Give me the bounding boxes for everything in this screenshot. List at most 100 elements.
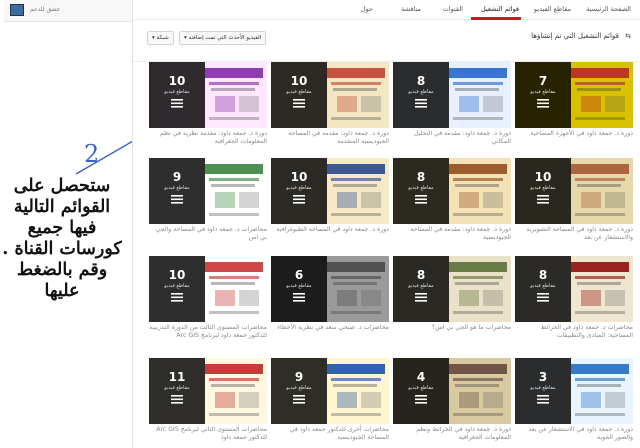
playlist-title[interactable]: محاضرات أخرى للدكتور جمعة داود في المساح… [271, 426, 389, 442]
playlist-card[interactable]: 10 مقاطع فيديو دورة د. جمعة داود في المساح… [271, 158, 389, 250]
playlist-thumbnail[interactable]: 10 مقاطع فيديو [271, 62, 389, 128]
playlist-title[interactable]: دورة د. جمعة داود في المساحة التصويرية و… [515, 226, 633, 242]
playlist-card[interactable]: 8 مقاطع فيديو محاضرات ما هو الجي بي اس؟ [393, 256, 511, 348]
video-count-overlay[interactable]: 7 مقاطع فيديو [515, 62, 571, 128]
video-count-label: مقاطع فيديو [408, 283, 434, 289]
playlist-title[interactable]: محاضرات د. جمعة داود في الخرائط المساحية… [515, 324, 633, 340]
video-count-label: مقاطع فيديو [530, 185, 556, 191]
playlist-thumbnail[interactable]: 11 مقاطع فيديو [149, 358, 267, 424]
playlist-thumbnail[interactable]: 8 مقاطع فيديو [515, 256, 633, 322]
video-count-overlay[interactable]: 8 مقاطع فيديو [393, 256, 449, 322]
video-count-overlay[interactable]: 10 مقاطع فيديو [271, 158, 327, 224]
video-count-overlay[interactable]: 10 مقاطع فيديو [271, 62, 327, 128]
playlist-title[interactable]: دورة د. جمعة داود: مقدمة نظرية في نظم ال… [149, 130, 267, 146]
video-count-label: مقاطع فيديو [530, 385, 556, 391]
video-count-overlay[interactable]: 9 مقاطع فيديو [149, 158, 205, 224]
channel-mini-header[interactable]: عشق للدعم [4, 0, 132, 22]
playlist-card[interactable]: 3 مقاطع فيديو دورة د. جمعة داود في الاستشع… [515, 358, 633, 448]
video-count-label: مقاطع فيديو [408, 185, 434, 191]
playlist-thumbnail[interactable]: 8 مقاطع فيديو [393, 62, 511, 128]
playlist-card[interactable]: 7 مقاطع فيديو دورة د. جمعة داود في الأجهزة… [515, 62, 633, 154]
video-count-overlay[interactable]: 8 مقاطع فيديو [393, 62, 449, 128]
video-count-overlay[interactable]: 10 مقاطع فيديو [149, 62, 205, 128]
video-count-overlay[interactable]: 9 مقاطع فيديو [271, 358, 327, 424]
playlist-title[interactable]: دورة د. جمعة داود في الخرائط ونظم المعلو… [393, 426, 511, 442]
playlist-icon [415, 395, 427, 404]
playlist-thumbnail[interactable]: 10 مقاطع فيديو [271, 158, 389, 224]
playlist-card[interactable]: 8 مقاطع فيديو دورة د. جمعة داود: مقدمة في … [393, 62, 511, 154]
video-count: 10 [534, 170, 552, 184]
tab-5[interactable]: حول [361, 5, 373, 13]
channel-tabs: الصفحة الرئيسية مقاطع الفيديو قوائم التشغي… [133, 0, 640, 20]
playlist-title[interactable]: محاضرات د. جمعة داود في المساحة والجي بي… [149, 226, 267, 242]
video-count-label: مقاطع فيديو [286, 185, 312, 191]
playlist-title[interactable]: محاضرات المستوى الثالث من الدورة التدريب… [149, 324, 267, 340]
video-count: 9 [294, 370, 304, 384]
playlist-thumbnail[interactable]: 9 مقاطع فيديو [271, 358, 389, 424]
playlist-thumbnail[interactable]: 10 مقاطع فيديو [149, 256, 267, 322]
playlist-icon [293, 293, 305, 302]
video-count-label: مقاطع فيديو [164, 89, 190, 95]
playlist-thumbnail[interactable]: 4 مقاطع فيديو [393, 358, 511, 424]
video-count-overlay[interactable]: 6 مقاطع فيديو [271, 256, 327, 322]
video-count-overlay[interactable]: 10 مقاطع فيديو [515, 158, 571, 224]
tab-3[interactable]: القنوات [443, 5, 463, 13]
playlist-title[interactable]: دورة د. جمعة داود: مقدمة في التحليل المك… [393, 130, 511, 146]
playlist-card[interactable]: 10 مقاطع فيديو محاضرات المستوى الثالث من ا… [149, 256, 267, 348]
playlist-card[interactable]: 6 مقاطع فيديو محاضرات د. صبحي سعد في نظرية… [271, 256, 389, 348]
playlist-icon [537, 195, 549, 204]
video-count-overlay[interactable]: 10 مقاطع فيديو [149, 256, 205, 322]
video-count-label: مقاطع فيديو [164, 283, 190, 289]
video-count-overlay[interactable]: 4 مقاطع فيديو [393, 358, 449, 424]
playlist-thumbnail[interactable]: 9 مقاطع فيديو [149, 158, 267, 224]
sort-dropdown-button[interactable]: ▾ الفيديو الأحدث التي تمت إضافته [179, 31, 267, 45]
playlist-title[interactable]: محاضرات ما هو الجي بي اس؟ [393, 324, 511, 332]
playlist-card[interactable]: 10 مقاطع فيديو دورة د. جمعة داود: مقدمة نظ… [149, 62, 267, 154]
playlist-thumbnail[interactable]: 6 مقاطع فيديو [271, 256, 389, 322]
playlist-card[interactable]: 10 مقاطع فيديو دورة د. جمعة داود في المساح… [515, 158, 633, 250]
playlist-thumbnail[interactable]: 8 مقاطع فيديو [393, 256, 511, 322]
tab-0[interactable]: الصفحة الرئيسية [586, 5, 631, 13]
tab-2[interactable]: قوائم التشغيل [481, 5, 519, 13]
grid-view-button[interactable]: ▾ شبكة [147, 31, 174, 45]
playlist-icon [537, 99, 549, 108]
playlist-title[interactable]: دورة د. جمعة داود: مقدمة في المساحة الجي… [393, 226, 511, 242]
channel-panel: الصفحة الرئيسية مقاطع الفيديو قوائم التشغي… [132, 0, 640, 448]
playlist-thumbnail[interactable]: 10 مقاطع فيديو [149, 62, 267, 128]
tab-4[interactable]: مناقشة [401, 5, 421, 13]
chevron-down-icon: ▾ [184, 35, 187, 41]
playlist-title[interactable]: دورة د. جمعة داود في المساحة الطبوغرافية [271, 226, 389, 234]
video-count-label: مقاطع فيديو [286, 283, 312, 289]
playlist-title[interactable]: دورة د. جمعة داود: مقدمة في المساحة الجي… [271, 130, 389, 146]
playlist-card[interactable]: 9 مقاطع فيديو محاضرات أخرى للدكتور جمعة دا… [271, 358, 389, 448]
playlist-card[interactable]: 8 مقاطع فيديو محاضرات د. جمعة داود في الخر… [515, 256, 633, 348]
playlist-card[interactable]: 11 مقاطع فيديو محاضرات المستوى الثاني لبرن… [149, 358, 267, 448]
playlist-title[interactable]: دورة د. جمعة داود في الأجهزة المساحية [515, 130, 633, 138]
video-count: 8 [538, 268, 548, 282]
playlist-thumbnail[interactable]: 10 مقاطع فيديو [515, 158, 633, 224]
video-count: 6 [294, 268, 304, 282]
playlist-card[interactable]: 4 مقاطع فيديو دورة د. جمعة داود في الخرائط… [393, 358, 511, 448]
video-count: 8 [416, 170, 426, 184]
playlist-title[interactable]: دورة د. جمعة داود في الاستشعار عن بعد وا… [515, 426, 633, 442]
video-count-label: مقاطع فيديو [408, 385, 434, 391]
video-count-overlay[interactable]: 8 مقاطع فيديو [515, 256, 571, 322]
playlist-title[interactable]: محاضرات د. صبحي سعد في نظرية الأخطاء [271, 324, 389, 332]
section-title-text: قوائم التشغيل التي تم إنشاؤها [531, 32, 619, 40]
channel-avatar[interactable] [10, 4, 24, 16]
section-title[interactable]: ⇆ قوائم التشغيل التي تم إنشاؤها [531, 32, 631, 40]
playlist-thumbnail[interactable]: 8 مقاطع فيديو [393, 158, 511, 224]
playlist-icon [171, 293, 183, 302]
playlist-card[interactable]: 10 مقاطع فيديو دورة د. جمعة داود: مقدمة في… [271, 62, 389, 154]
playlist-card[interactable]: 8 مقاطع فيديو دورة د. جمعة داود: مقدمة في … [393, 158, 511, 250]
video-count-overlay[interactable]: 11 مقاطع فيديو [149, 358, 205, 424]
channel-name: عشق للدعم [30, 6, 61, 13]
left-annotation-strip: عشق للدعم 2 ستحصل على القوائم التالية في… [0, 0, 153, 448]
playlist-card[interactable]: 9 مقاطع فيديو محاضرات د. جمعة داود في المس… [149, 158, 267, 250]
tab-1[interactable]: مقاطع الفيديو [534, 5, 571, 13]
playlist-title[interactable]: محاضرات المستوى الثاني لبرنامج Arc GIS ل… [149, 426, 267, 442]
playlist-thumbnail[interactable]: 7 مقاطع فيديو [515, 62, 633, 128]
playlist-thumbnail[interactable]: 3 مقاطع فيديو [515, 358, 633, 424]
video-count-overlay[interactable]: 8 مقاطع فيديو [393, 158, 449, 224]
video-count-overlay[interactable]: 3 مقاطع فيديو [515, 358, 571, 424]
